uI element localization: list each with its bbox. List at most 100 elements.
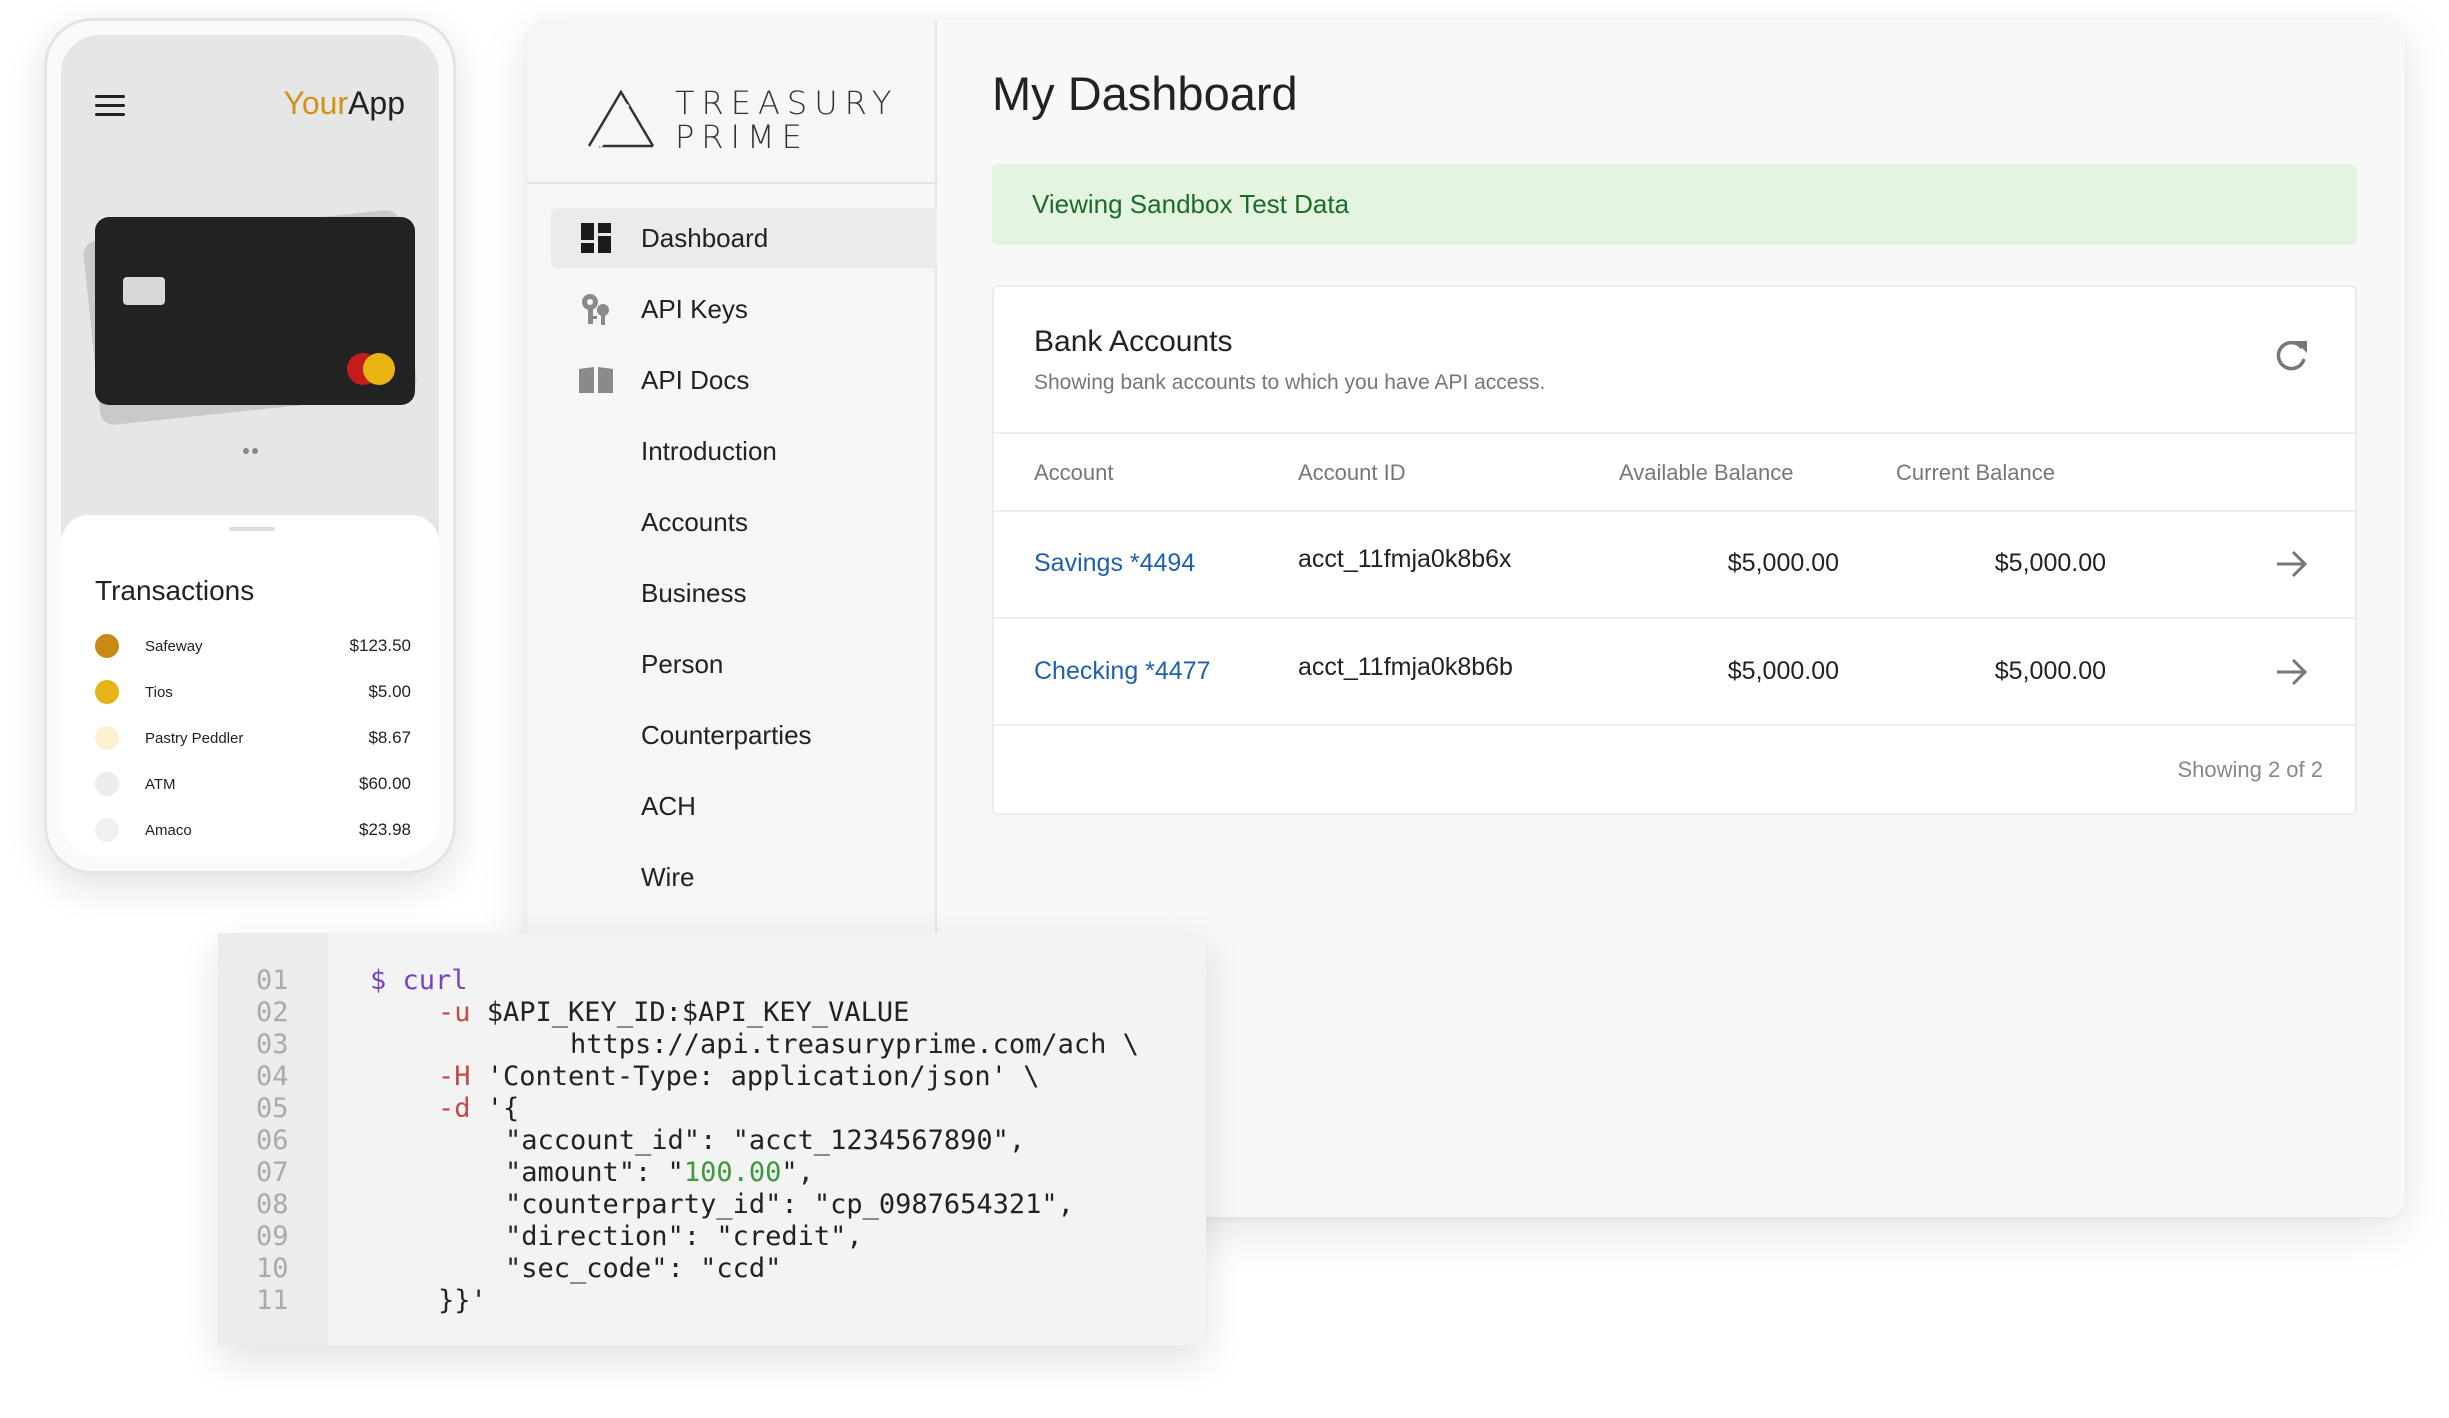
merchant-dot-icon [95, 818, 119, 842]
column-header-available-balance[interactable]: Available Balance [1619, 460, 1794, 486]
account-id-cell: acct_11fmja0k8b6x [1298, 545, 1512, 573]
sidebar-item-label: API Docs [641, 364, 750, 395]
transaction-amount: $123.50 [349, 636, 411, 655]
sidebar-item-counterparties[interactable]: Counterparties [551, 705, 937, 765]
arrow-right-icon[interactable] [2275, 549, 2309, 579]
sidebar-nav: Dashboard API Keys API Docs Introduction… [551, 208, 937, 918]
column-header-account[interactable]: Account [1034, 460, 1114, 486]
bank-accounts-card: Bank Accounts Showing bank accounts to w… [992, 285, 2357, 815]
sidebar-item-label: Business [641, 577, 747, 608]
column-header-account-id[interactable]: Account ID [1298, 460, 1406, 486]
phone-mockup: YourApp Transactions Safeway $123.50 Tio… [44, 18, 456, 874]
code-line: https://api.treasuryprime.com/ach \ [570, 1029, 1139, 1060]
line-number: 03 [256, 1029, 289, 1060]
code-line: "direction": "credit", [505, 1221, 863, 1252]
book-icon [579, 363, 613, 397]
credit-card[interactable] [95, 217, 415, 405]
transactions-title: Transactions [95, 575, 255, 606]
sidebar-item-api-keys[interactable]: API Keys [551, 279, 937, 339]
code-line: "amount": "100.00", [505, 1157, 814, 1188]
key-icon [579, 292, 613, 326]
transaction-name: Amaco [145, 821, 192, 839]
card-title: Bank Accounts [1034, 325, 1233, 358]
line-number: 07 [256, 1157, 289, 1188]
code-prompt: $ curl [370, 965, 468, 996]
transaction-row[interactable]: Tios $5.00 [95, 677, 411, 707]
merchant-dot-icon [95, 680, 119, 704]
refresh-icon[interactable] [2271, 335, 2311, 375]
code-line: }}' [438, 1285, 487, 1316]
code-text: ", [781, 1157, 814, 1188]
sidebar-item-label: ACH [641, 790, 696, 821]
sidebar-item-api-docs[interactable]: API Docs [551, 350, 937, 410]
sidebar-item-ach[interactable]: ACH [551, 776, 937, 836]
transaction-name: ATM [145, 775, 176, 793]
sidebar-item-accounts[interactable]: Accounts [551, 492, 937, 552]
merchant-dot-icon [95, 634, 119, 658]
sandbox-banner: Viewing Sandbox Test Data [992, 164, 2357, 245]
line-number: 06 [256, 1125, 289, 1156]
code-flag: -d [438, 1093, 471, 1124]
divider [994, 510, 2355, 512]
code-line: -u $API_KEY_ID:$API_KEY_VALUE [438, 997, 909, 1028]
treasury-prime-logo[interactable]: TREASURY PRIME [587, 68, 907, 158]
pagination-text: Showing 2 of 2 [2177, 757, 2323, 782]
code-snippet: 01 02 03 04 05 06 07 08 09 10 11 $ curl … [218, 933, 1206, 1345]
hamburger-menu-icon[interactable] [95, 95, 125, 117]
transaction-row[interactable]: Amaco $23.98 [95, 815, 411, 845]
code-number: 100.00 [683, 1157, 782, 1188]
divider [994, 724, 2355, 726]
phone-screen: YourApp Transactions Safeway $123.50 Tio… [61, 35, 439, 857]
sidebar-item-label: API Keys [641, 293, 748, 324]
card-chip-icon [123, 277, 165, 305]
code-flag: -H [438, 1061, 471, 1092]
account-link[interactable]: Checking *4477 [1034, 657, 1211, 686]
sidebar-item-dashboard[interactable]: Dashboard [551, 208, 937, 268]
merchant-dot-icon [95, 772, 119, 796]
mastercard-logo-icon [363, 353, 395, 385]
code-line: "account_id": "acct_1234567890", [505, 1125, 1026, 1156]
transaction-row[interactable]: ATM $60.00 [95, 769, 411, 799]
app-name-accent: Your [283, 85, 349, 121]
transaction-amount: $60.00 [359, 774, 411, 793]
sidebar-item-business[interactable]: Business [551, 563, 937, 623]
drag-handle[interactable] [229, 527, 275, 531]
line-number: 04 [256, 1061, 289, 1092]
sidebar-item-wire[interactable]: Wire [551, 847, 937, 907]
sidebar-item-label: Accounts [641, 506, 748, 537]
divider [994, 432, 2355, 434]
app-name: YourApp [283, 85, 405, 122]
line-number: 09 [256, 1221, 289, 1252]
code-text: $API_KEY_ID:$API_KEY_VALUE [470, 997, 910, 1028]
sidebar-item-label: Wire [641, 861, 695, 892]
brand-line-1: TREASURY [675, 84, 899, 122]
logo-triangle-icon [587, 90, 655, 148]
code-text: 'Content-Type: application/json' \ [470, 1061, 1040, 1092]
current-balance-cell: $5,000.00 [1994, 657, 2106, 685]
available-balance-cell: $5,000.00 [1727, 657, 1839, 685]
transactions-panel: Transactions Safeway $123.50 Tios $5.00 … [61, 515, 439, 857]
code-line: $ curl [370, 965, 468, 996]
current-balance-cell: $5,000.00 [1994, 549, 2106, 577]
carousel-dots[interactable] [243, 441, 261, 459]
arrow-right-icon[interactable] [2275, 657, 2309, 687]
brand-line-2: PRIME [675, 118, 809, 156]
code-line: -d '{ [438, 1093, 519, 1124]
transaction-row[interactable]: Pastry Peddler $8.67 [95, 723, 411, 753]
account-id-cell: acct_11fmja0k8b6b [1298, 653, 1513, 681]
column-header-current-balance[interactable]: Current Balance [1896, 460, 2055, 486]
line-number: 02 [256, 997, 289, 1028]
code-text: '{ [470, 1093, 520, 1124]
account-link[interactable]: Savings *4494 [1034, 549, 1195, 578]
sidebar-item-introduction[interactable]: Introduction [551, 421, 937, 481]
brand-name: TREASURY PRIME [675, 86, 898, 154]
sidebar-item-person[interactable]: Person [551, 634, 937, 694]
code-line: "sec_code": "ccd" [505, 1253, 782, 1284]
sidebar-item-label: Dashboard [641, 222, 769, 253]
transaction-name: Pastry Peddler [145, 729, 244, 747]
transaction-row[interactable]: Safeway $123.50 [95, 631, 411, 661]
line-number: 10 [256, 1253, 289, 1284]
dashboard-icon [579, 221, 613, 255]
app-name-rest: App [348, 85, 405, 121]
code-text: "amount": " [505, 1157, 684, 1188]
